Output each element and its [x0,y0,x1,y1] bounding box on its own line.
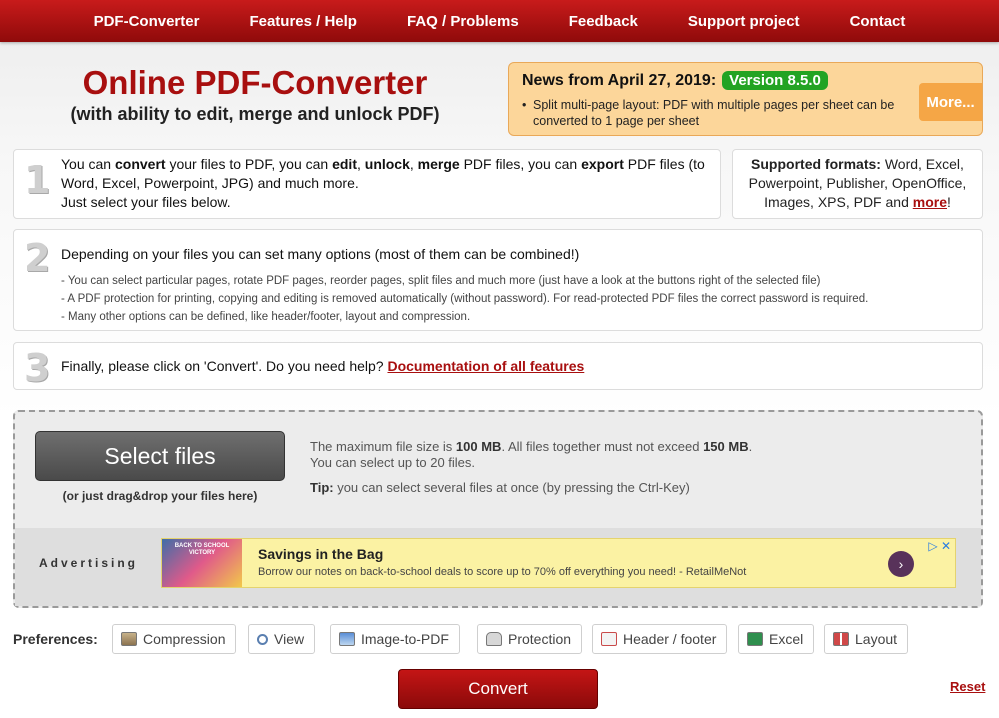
advertising-label: Advertising [39,556,139,570]
step-1-t5: PDF files, you can [459,156,582,172]
convert-button[interactable]: Convert [398,669,598,709]
limit-text-c: . [748,439,753,454]
kw-convert: convert [114,156,166,172]
news-date: News from April 27, 2019: [522,72,717,89]
nav-faq-problems[interactable]: FAQ / Problems [382,13,544,30]
tip-text: you can select several files at once (by… [333,480,690,495]
image-to-pdf-button[interactable]: Image-to-PDF [330,624,460,654]
excel-label: Excel [769,631,804,647]
formats-label: Supported formats: [751,156,881,172]
drag-drop-note: (or just drag&drop your files here) [62,489,258,503]
ad-close-icon[interactable]: ▷ ✕ [928,539,951,553]
step-1-text: You can convert your files to PDF, you c… [61,155,711,212]
layout-button[interactable]: Layout [824,624,909,654]
protection-label: Protection [508,631,572,647]
ad-image: BACK TO SCHOOL VICTORY [162,539,242,587]
header-footer-label: Header / footer [623,631,717,647]
step-2-number: 2 [24,236,51,280]
step-1-box: 1 You can convert your files to PDF, you… [13,149,721,219]
tip-label: Tip: [310,480,334,495]
list-item: - A PDF protection for printing, copying… [61,293,869,305]
advertising-strip: Advertising BACK TO SCHOOL VICTORY Savin… [15,528,981,606]
nav-features-help[interactable]: Features / Help [224,13,382,30]
compression-button[interactable]: Compression [112,624,237,654]
layout-label: Layout [855,631,898,647]
compression-label: Compression [143,631,226,647]
kw-unlock: unlock [364,156,410,172]
step-3-box: 3 Finally, please click on 'Convert'. Do… [13,342,983,390]
excel-button[interactable]: Excel [738,624,815,654]
layout-icon [833,632,849,646]
step-1-t3: , [356,156,365,172]
nav-pdf-converter[interactable]: PDF-Converter [69,13,225,30]
magnifier-icon [257,633,268,645]
compression-icon [121,632,137,646]
nav-contact[interactable]: Contact [825,13,931,30]
max-files-text: You can select up to 20 files. [310,455,476,470]
step-1-t2: your files to PDF, you can [165,156,333,172]
lock-icon [486,632,502,646]
formats-more-link[interactable]: more [913,194,947,210]
limit-text-a: The maximum file size is [310,439,456,454]
kw-export: export [581,156,624,172]
nav-feedback[interactable]: Feedback [544,13,663,30]
preferences-label: Preferences: [13,631,98,647]
kw-edit: edit [332,156,357,172]
news-more-button[interactable]: More... [919,83,982,121]
reset-link[interactable]: Reset [950,679,985,694]
image-to-pdf-label: Image-to-PDF [361,631,449,647]
header-footer-button[interactable]: Header / footer [592,624,728,654]
news-heading: News from April 27, 2019: Version 8.5.0 [522,71,828,90]
ad-banner[interactable]: BACK TO SCHOOL VICTORY Savings in the Ba… [161,538,956,588]
list-item: - You can select particular pages, rotat… [61,275,821,287]
excel-icon [747,632,763,646]
upload-dropzone[interactable]: Select files (or just drag&drop your fil… [13,410,983,608]
page-title: Online PDF-Converter [82,64,428,101]
upload-tip: Tip: you can select several files at onc… [310,480,690,495]
max-file-size: 100 MB [455,439,502,454]
limit-text-b: . All files together must not exceed [501,439,704,454]
step-2-heading: Depending on your files you can set many… [61,246,580,262]
ad-image-text: BACK TO SCHOOL VICTORY [174,543,230,556]
protection-button[interactable]: Protection [477,624,583,654]
step-1-t1: You can [61,156,115,172]
upload-limits: The maximum file size is 100 MB. All fil… [310,439,752,471]
nav-support-project[interactable]: Support project [663,13,825,30]
ad-arrow-icon[interactable]: › [888,551,914,577]
step-1-t4: , [409,156,418,172]
news-box: News from April 27, 2019: Version 8.5.0 S… [508,62,983,136]
documentation-link[interactable]: Documentation of all features [387,358,584,374]
image-icon [339,632,355,646]
news-item: Split multi-page layout: PDF with multip… [522,97,923,129]
select-files-button[interactable]: Select files [35,431,285,481]
step-1-line2: Just select your files below. [61,194,231,210]
view-button[interactable]: View [248,624,316,654]
step-1-number: 1 [24,158,51,202]
kw-merge: merge [417,156,460,172]
formats-end: ! [946,194,951,210]
title-block: Online PDF-Converter (with ability to ed… [40,64,470,125]
step-3-text: Finally, please click on 'Convert'. Do y… [61,357,584,376]
view-label: View [274,631,305,647]
top-nav: PDF-Converter Features / Help FAQ / Prob… [0,0,999,42]
ad-title: Savings in the Bag [258,546,384,562]
list-item: - Many other options can be defined, lik… [61,311,471,323]
step-3-label: Finally, please click on 'Convert'. Do y… [61,358,388,374]
page-subtitle: (with ability to edit, merge and unlock … [70,104,440,124]
step-2-box: 2 Depending on your files you can set ma… [13,229,983,331]
step-2-list: - You can select particular pages, rotat… [61,272,868,326]
supported-formats-box: Supported formats: Word, Excel, Powerpoi… [732,149,983,219]
version-badge: Version 8.5.0 [722,71,828,90]
ad-text: Borrow our notes on back-to-school deals… [258,566,747,578]
step-3-number: 3 [24,346,51,390]
max-total-size: 150 MB [703,439,749,454]
header-footer-icon [601,632,617,646]
